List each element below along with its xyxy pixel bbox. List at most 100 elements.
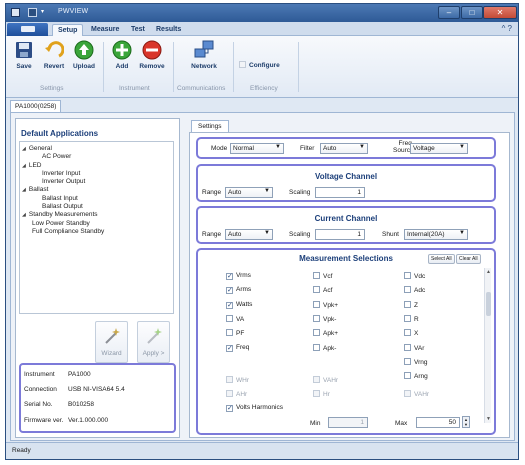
- checkbox[interactable]: [226, 287, 233, 295]
- expand-triangle-icon[interactable]: ◢: [22, 163, 26, 169]
- network-button[interactable]: Network: [186, 40, 222, 70]
- revert-button[interactable]: Revert: [39, 40, 69, 70]
- add-instrument-button[interactable]: Add: [107, 40, 137, 70]
- measurement-checkbox[interactable]: Z: [404, 300, 418, 309]
- minimize-button[interactable]: –: [438, 6, 460, 19]
- integrator-checkbox[interactable]: VAHr: [404, 390, 429, 398]
- min-harmonic-input[interactable]: 1: [328, 417, 368, 428]
- expand-triangle-icon[interactable]: ◢: [22, 212, 26, 218]
- tab-results[interactable]: Results: [151, 24, 186, 36]
- checkbox[interactable]: [226, 344, 233, 352]
- checkbox[interactable]: [404, 272, 411, 279]
- tree-group[interactable]: ◢ Standby Measurements: [22, 211, 171, 219]
- tab-measure[interactable]: Measure: [86, 24, 124, 36]
- checkbox[interactable]: [226, 329, 233, 337]
- measurement-checkbox[interactable]: Watts: [226, 301, 252, 309]
- quick-save-icon[interactable]: [28, 8, 37, 17]
- scrollbar-thumb[interactable]: [486, 292, 491, 316]
- checkbox[interactable]: [404, 329, 411, 337]
- measurement-checkbox[interactable]: Vcf: [313, 272, 332, 280]
- checkbox[interactable]: [226, 273, 233, 280]
- checkbox[interactable]: [313, 376, 320, 383]
- measurement-checkbox[interactable]: Vrms: [226, 272, 251, 280]
- volts-harmonics-checkbox[interactable]: Volts Harmonics: [226, 404, 283, 412]
- measurement-checkbox[interactable]: Arms: [226, 286, 251, 295]
- freq-source-select[interactable]: Voltage ▼: [410, 143, 468, 154]
- clear-all-button[interactable]: Clear All: [456, 254, 481, 264]
- measurement-scrollbar[interactable]: ▲ ▼: [484, 268, 491, 423]
- checkbox[interactable]: [226, 376, 233, 383]
- checkbox[interactable]: [404, 300, 411, 308]
- wizard-button[interactable]: Wizard: [95, 321, 128, 363]
- checkbox[interactable]: [313, 286, 320, 294]
- tree-item[interactable]: Full Compliance Standby: [22, 228, 171, 236]
- measurement-checkbox[interactable]: Apk+: [313, 329, 338, 337]
- measurement-checkbox[interactable]: Apk-: [313, 343, 336, 352]
- checkbox[interactable]: [313, 300, 320, 308]
- integrator-checkbox[interactable]: AHr: [226, 390, 247, 398]
- measurement-checkbox[interactable]: Vrng: [404, 357, 428, 366]
- checkbox[interactable]: [313, 390, 320, 397]
- checkbox[interactable]: [313, 272, 320, 279]
- checkbox[interactable]: [404, 372, 411, 380]
- tree-group[interactable]: ◢ LED: [22, 162, 171, 170]
- checkbox[interactable]: [404, 314, 411, 322]
- checkbox[interactable]: [239, 61, 246, 68]
- tree-item[interactable]: Low Power Standby: [22, 220, 171, 228]
- maximize-button[interactable]: □: [461, 6, 483, 19]
- tree-group[interactable]: ◢ Ballast: [22, 186, 171, 194]
- tree-item[interactable]: Inverter Input: [22, 170, 171, 178]
- select-all-button[interactable]: Select All: [428, 254, 455, 264]
- tab-setup[interactable]: Setup: [52, 24, 84, 36]
- measurement-checkbox[interactable]: PF: [226, 329, 244, 337]
- help-icon[interactable]: ^ ?: [502, 24, 512, 33]
- checkbox[interactable]: [404, 357, 411, 365]
- measurement-checkbox[interactable]: VA: [226, 314, 244, 323]
- measurement-checkbox[interactable]: Vpk-: [313, 314, 336, 323]
- tree-item[interactable]: Ballast Output: [22, 203, 171, 211]
- integrator-checkbox[interactable]: WHr: [226, 376, 249, 384]
- expand-triangle-icon[interactable]: ◢: [22, 146, 26, 152]
- integrator-checkbox[interactable]: VAHr: [313, 376, 338, 384]
- save-button[interactable]: Save: [9, 40, 39, 70]
- checkbox[interactable]: [226, 405, 233, 412]
- mode-select[interactable]: Normal ▼: [230, 143, 284, 154]
- applications-tree[interactable]: ◢ General AC Power ◢ LED Inverter Input Invert…: [19, 141, 174, 314]
- tree-item[interactable]: Ballast Input: [22, 195, 171, 203]
- checkbox[interactable]: [313, 343, 320, 351]
- tree-item[interactable]: AC Power: [22, 153, 171, 161]
- measurement-checkbox[interactable]: VAr: [404, 343, 424, 352]
- measurement-checkbox[interactable]: Adc: [404, 286, 425, 294]
- measurement-checkbox[interactable]: Acf: [313, 286, 332, 294]
- checkbox[interactable]: [313, 329, 320, 337]
- filter-select[interactable]: Auto ▼: [320, 143, 368, 154]
- configure-checkbox[interactable]: Configure: [239, 61, 280, 69]
- tree-group[interactable]: ◢ General: [22, 145, 171, 153]
- checkbox[interactable]: [404, 343, 411, 351]
- measurement-checkbox[interactable]: Vpk+: [313, 300, 338, 309]
- shunt-select[interactable]: Internal(20A) ▼: [404, 229, 468, 240]
- checkbox[interactable]: [404, 286, 411, 294]
- checkbox[interactable]: [226, 301, 233, 309]
- tree-item[interactable]: Inverter Output: [22, 178, 171, 186]
- document-tab[interactable]: PA1000(0258): [10, 100, 62, 112]
- current-range-select[interactable]: Auto ▼: [225, 229, 273, 240]
- measurement-checkbox[interactable]: R: [404, 314, 419, 323]
- current-scaling-input[interactable]: 1: [315, 229, 365, 240]
- scroll-down-icon[interactable]: ▼: [485, 416, 492, 422]
- checkbox[interactable]: [313, 314, 320, 322]
- expand-triangle-icon[interactable]: ◢: [22, 187, 26, 193]
- checkbox[interactable]: [226, 390, 233, 397]
- close-button[interactable]: ✕: [483, 6, 517, 19]
- file-menu-button[interactable]: [7, 23, 48, 36]
- measurement-checkbox[interactable]: Arng: [404, 372, 428, 380]
- quick-access-dropdown-icon[interactable]: ▾: [41, 8, 47, 17]
- checkbox[interactable]: [226, 314, 233, 322]
- max-harmonic-input[interactable]: 50: [416, 417, 460, 428]
- measurement-checkbox[interactable]: X: [404, 329, 418, 337]
- remove-instrument-button[interactable]: Remove: [137, 40, 167, 70]
- measurement-checkbox[interactable]: Freq: [226, 344, 249, 352]
- integrator-checkbox[interactable]: Hr: [313, 390, 330, 398]
- voltage-range-select[interactable]: Auto ▼: [225, 187, 273, 198]
- tab-test[interactable]: Test: [126, 24, 150, 36]
